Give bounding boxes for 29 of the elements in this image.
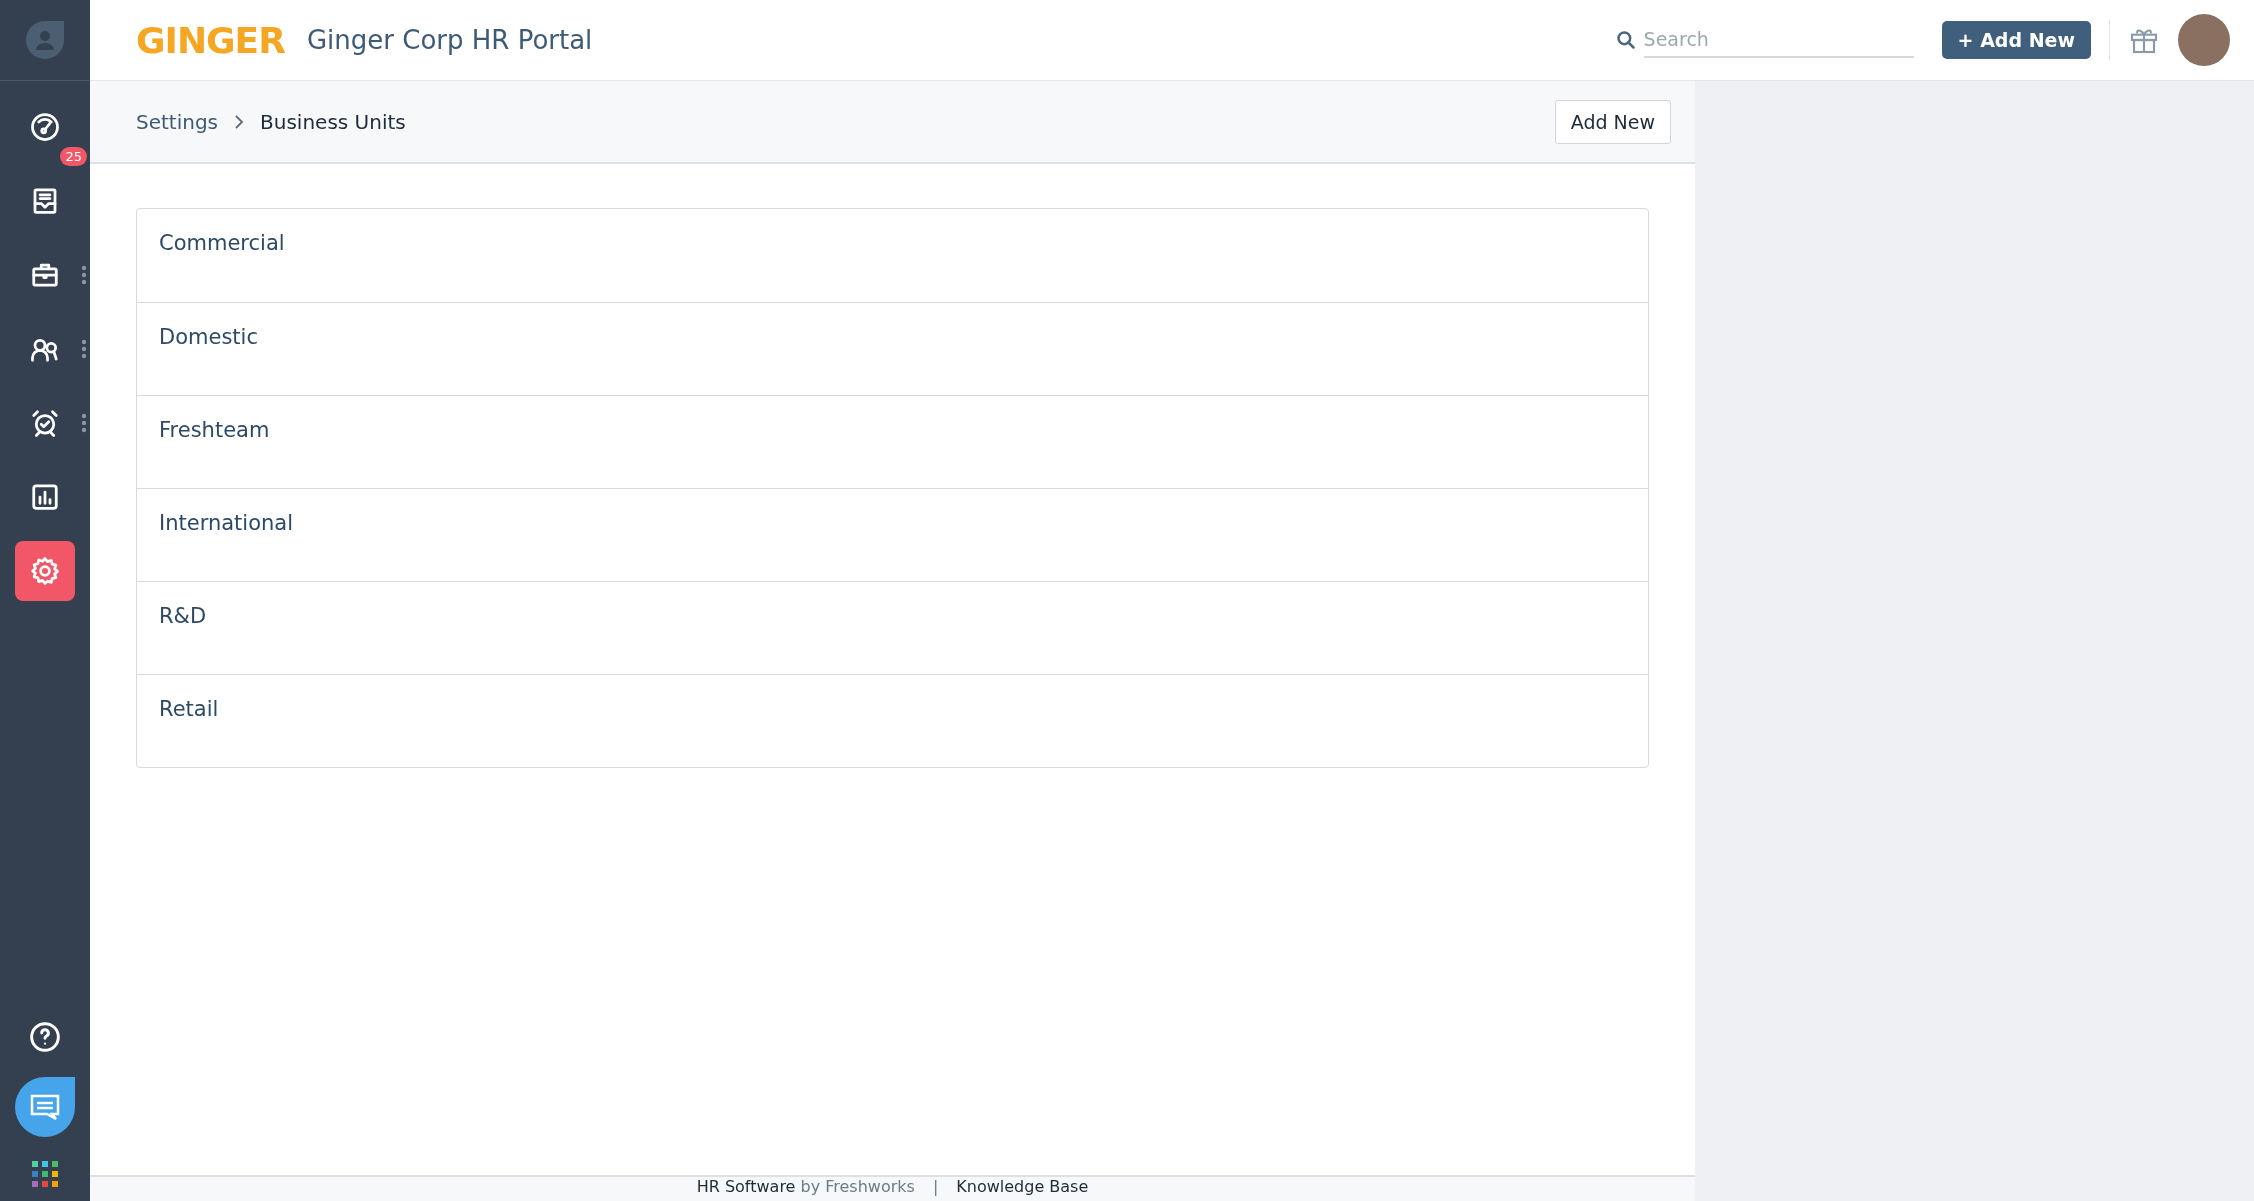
add-new-button[interactable]: + Add New xyxy=(1941,21,2091,59)
more-dots-icon[interactable] xyxy=(81,339,87,359)
logo: GINGER xyxy=(136,19,285,61)
apps-grid-icon[interactable] xyxy=(32,1161,58,1187)
breadcrumb-link[interactable]: Business Units xyxy=(260,109,406,134)
footer-separator: | xyxy=(932,1177,939,1198)
settings-icon xyxy=(30,556,60,586)
more-dots-icon[interactable] xyxy=(81,265,87,285)
business-unit-row[interactable]: R&D xyxy=(137,581,1648,674)
portal-title: Ginger Corp HR Portal xyxy=(306,25,593,55)
footer-credit: HR Software by Freshworks xyxy=(696,1177,915,1198)
breadcrumb-link[interactable]: Settings xyxy=(136,109,219,134)
more-dots-icon[interactable] xyxy=(81,413,87,433)
chat-icon[interactable] xyxy=(15,1077,75,1137)
knowledge-base-link[interactable]: Knowledge Base xyxy=(956,1177,1089,1201)
bar-chart-icon xyxy=(30,482,60,512)
add-new-button[interactable]: Add New xyxy=(1554,99,1671,144)
alarm-clock-icon xyxy=(30,408,60,438)
search-icon xyxy=(1615,30,1636,50)
user-avatar[interactable] xyxy=(2178,14,2230,66)
business-unit-row[interactable]: International xyxy=(137,488,1648,581)
business-unit-row[interactable]: Domestic xyxy=(137,302,1648,395)
business-unit-row[interactable]: Retail xyxy=(137,674,1648,767)
chevron-right-icon xyxy=(234,113,245,130)
notification-count: 25 xyxy=(60,147,87,166)
help-icon[interactable] xyxy=(29,1021,61,1053)
gauge-icon xyxy=(30,112,60,142)
business-unit-row[interactable]: Commercial xyxy=(137,209,1648,302)
business-unit-row[interactable]: Freshteam xyxy=(137,395,1648,488)
